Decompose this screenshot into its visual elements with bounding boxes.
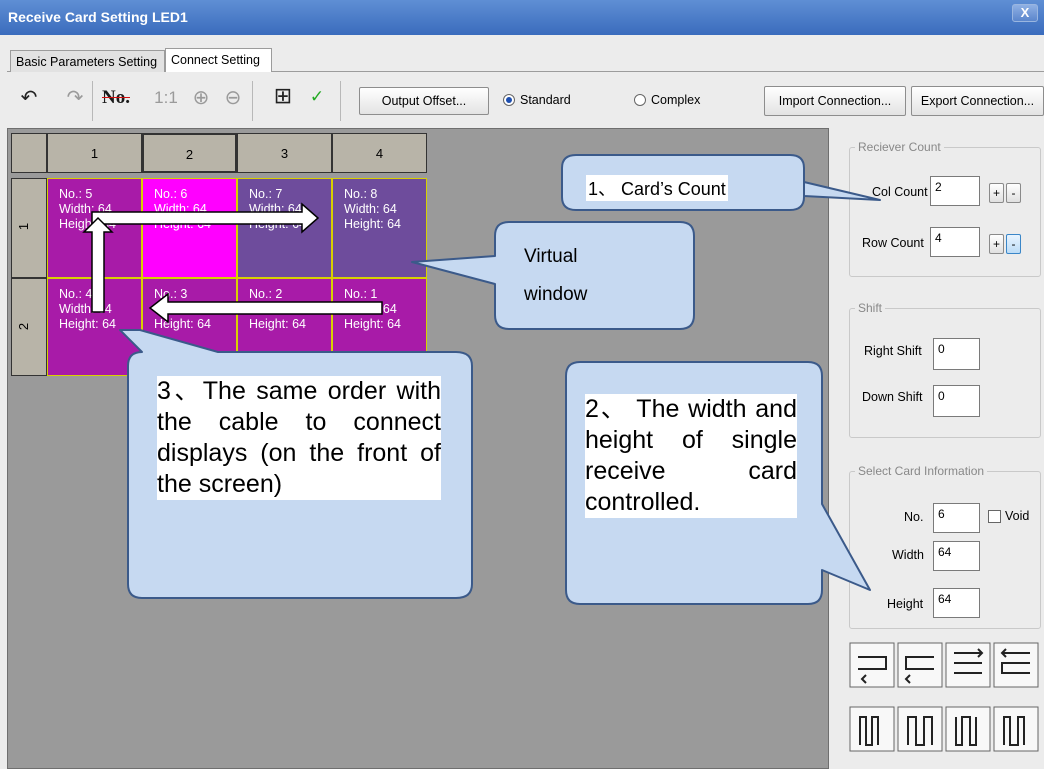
card-height-text: Height: 64 xyxy=(59,217,116,231)
close-button[interactable]: X xyxy=(1012,4,1038,22)
shift-title: Shift xyxy=(855,301,886,315)
card-height-text: Height: 64 xyxy=(154,217,211,231)
column-header[interactable]: 3 xyxy=(237,133,332,173)
row-count-label: Row Count xyxy=(862,236,924,250)
card-no-text: No.: 4 xyxy=(59,287,93,301)
card-height-text: Height: 64 xyxy=(249,317,306,331)
card-width-text: Width: 64 xyxy=(154,202,207,216)
card-no-text: No.: 6 xyxy=(154,187,188,201)
import-connection-button[interactable]: Import Connection... xyxy=(764,86,906,116)
tab-basic-parameters[interactable]: Basic Parameters Setting xyxy=(10,50,165,72)
grid-icon[interactable]: ⊞ xyxy=(270,83,296,109)
card-height-label: Height xyxy=(887,597,924,611)
column-header[interactable]: 2 xyxy=(142,133,237,173)
row-count-input[interactable]: 4 xyxy=(930,227,980,257)
callout-card-count-text: 1、 Card’s Count xyxy=(586,175,728,201)
complex-radio[interactable]: Complex xyxy=(634,93,700,107)
row-header-label: 2 xyxy=(16,322,32,331)
card-no-text: No.: 1 xyxy=(344,287,378,301)
receiver-count-group xyxy=(849,147,1041,277)
complex-radio-indicator xyxy=(634,94,646,106)
zoom-out-icon[interactable]: ⊖ xyxy=(220,85,246,110)
void-checkbox[interactable] xyxy=(988,510,1001,523)
card-height-text: Height: 64 xyxy=(344,217,401,231)
check-icon[interactable]: ✓ xyxy=(304,87,330,107)
down-shift-input[interactable]: 0 xyxy=(933,385,980,417)
card-height-text: Height: 64 xyxy=(154,317,211,331)
zoom-in-icon[interactable]: ⊕ xyxy=(188,85,214,110)
card-height-text: Height: 64 xyxy=(249,217,306,231)
row-count-minus-button[interactable]: - xyxy=(1006,234,1021,254)
down-shift-label: Down Shift xyxy=(862,390,923,404)
export-connection-button[interactable]: Export Connection... xyxy=(911,86,1044,116)
card-width-label: Width xyxy=(892,548,924,562)
complex-radio-label: Complex xyxy=(651,93,701,107)
card-width-text: Width: 64 xyxy=(249,202,302,216)
card-no-text: No.: 8 xyxy=(344,187,378,201)
receiver-count-title: Reciever Count xyxy=(855,140,944,154)
ratio-button[interactable]: 1:1 xyxy=(150,88,182,108)
number-toggle-button[interactable]: No. xyxy=(102,87,130,109)
card-no-text: No.: 5 xyxy=(59,187,93,201)
standard-radio-indicator xyxy=(503,94,515,106)
receive-card-cell[interactable]: No.: 5 Width: 64 Height: 64 xyxy=(47,178,142,278)
col-count-plus-button[interactable]: + xyxy=(989,183,1004,203)
standard-radio-label: Standard xyxy=(520,93,571,107)
col-count-input[interactable]: 2 xyxy=(930,176,980,206)
receive-card-cell[interactable]: No.: 6 Width: 64 Height: 64 xyxy=(142,178,237,278)
toolbar-separator xyxy=(92,81,93,121)
card-no-label: No. xyxy=(904,510,924,524)
toolbar-separator xyxy=(252,81,253,121)
card-height-text: Height: 64 xyxy=(344,317,401,331)
row-header[interactable]: 1 xyxy=(11,178,47,278)
redo-icon[interactable]: ↷ xyxy=(62,85,88,110)
card-width-text: Width: 64 xyxy=(344,202,397,216)
void-label: Void xyxy=(1005,509,1030,523)
column-header[interactable]: 1 xyxy=(47,133,142,173)
card-width-text: Width: 64 xyxy=(154,302,207,316)
receive-card-cell[interactable]: No.: 3 Width: 64 Height: 64 xyxy=(142,278,237,376)
row-header-label: 1 xyxy=(16,222,32,231)
standard-radio[interactable]: Standard xyxy=(503,93,571,107)
shift-group xyxy=(849,308,1041,438)
right-shift-input[interactable]: 0 xyxy=(933,338,980,370)
receive-card-cell[interactable]: No.: 8 Width: 64 Height: 64 xyxy=(332,178,427,278)
output-offset-button[interactable]: Output Offset... xyxy=(359,87,489,115)
col-count-label: Col Count xyxy=(872,185,928,199)
card-no-input[interactable]: 6 xyxy=(933,503,980,533)
card-width-text: Width: 64 xyxy=(59,302,112,316)
receive-card-cell[interactable]: No.: 4 Width: 64 Height: 64 xyxy=(47,278,142,376)
window-title: Receive Card Setting LED1 xyxy=(8,9,188,25)
callout-same-order-text: 3、The same order with the cable to conne… xyxy=(157,376,441,500)
callout-width-height-text: 2、 The width and height of single receiv… xyxy=(585,394,797,518)
receive-card-cell[interactable]: No.: 7 Width: 64 Height: 64 xyxy=(237,178,332,278)
select-card-title: Select Card Information xyxy=(855,464,988,478)
card-no-text: No.: 3 xyxy=(154,287,188,301)
col-count-minus-button[interactable]: - xyxy=(1006,183,1021,203)
undo-icon[interactable]: ↶ xyxy=(16,85,42,110)
callout-virtual-window-text: Virtual window xyxy=(524,246,588,305)
tab-connect-setting[interactable]: Connect Setting xyxy=(165,48,272,72)
column-header[interactable]: 4 xyxy=(332,133,427,173)
card-no-text: No.: 7 xyxy=(249,187,283,201)
right-shift-label: Right Shift xyxy=(864,344,922,358)
card-width-text: Width: 64 xyxy=(59,202,112,216)
receive-card-cell[interactable]: No.: 2 Width: 64 Height: 64 xyxy=(237,278,332,376)
card-no-text: No.: 2 xyxy=(249,287,283,301)
row-count-plus-button[interactable]: + xyxy=(989,234,1004,254)
card-height-text: Height: 64 xyxy=(59,317,116,331)
receive-card-cell[interactable]: No.: 1 Width: 64 Height: 64 xyxy=(332,278,427,376)
card-width-text: Width: 64 xyxy=(344,302,397,316)
row-header[interactable]: 2 xyxy=(11,278,47,376)
grid-corner xyxy=(11,133,47,173)
card-width-input[interactable]: 64 xyxy=(933,541,980,571)
title-bar: Receive Card Setting LED1 X xyxy=(0,0,1044,35)
card-width-text: Width: 64 xyxy=(249,302,302,316)
card-height-input[interactable]: 64 xyxy=(933,588,980,618)
toolbar-separator xyxy=(340,81,341,121)
